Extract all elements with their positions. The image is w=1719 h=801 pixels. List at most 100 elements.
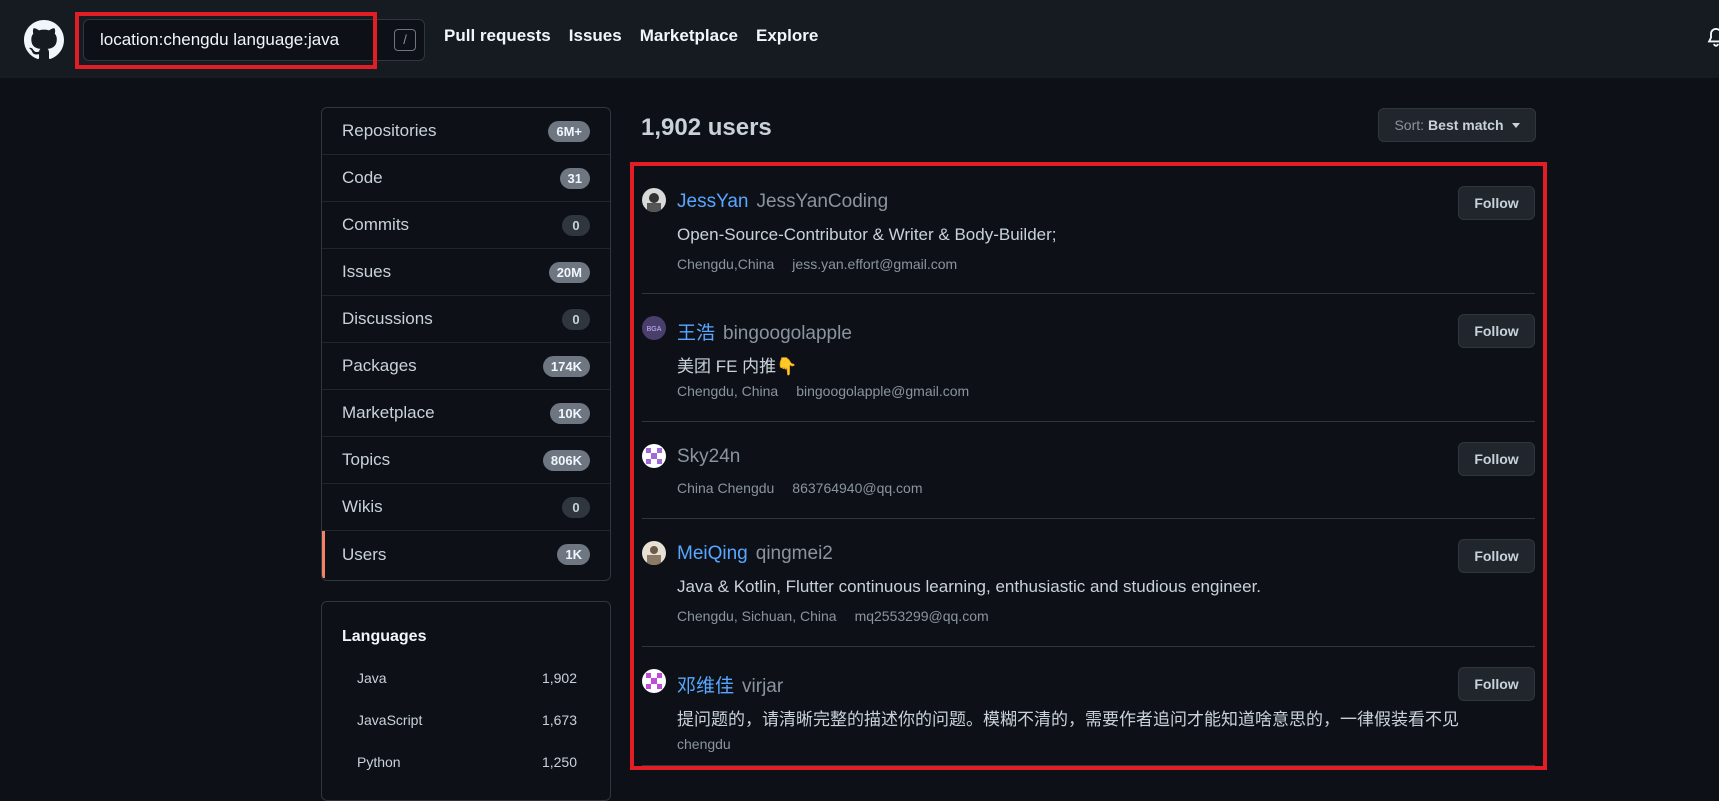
user-avatar[interactable] (642, 188, 666, 212)
user-login[interactable]: JessYanCoding (756, 191, 888, 212)
user-email[interactable]: 863764940@qq.com (792, 480, 922, 496)
filter-users[interactable]: Users 1K (322, 531, 610, 578)
user-avatar[interactable] (642, 669, 666, 693)
user-display-name[interactable]: 王浩 (677, 323, 715, 344)
user-avatar[interactable] (642, 541, 666, 565)
filter-label: Marketplace (342, 403, 435, 422)
user-bio: Open-Source-Contributor & Writer & Body-… (677, 225, 1057, 244)
user-login[interactable]: Sky24n (677, 446, 740, 467)
filter-label: Users (342, 544, 387, 564)
follow-button[interactable]: Follow (1458, 539, 1535, 573)
user-bio: 提问题的，请清晰完整的描述你的问题。模糊不清的，需要作者追问才能知道啥意思的，一… (677, 710, 1459, 729)
user-name-line: Sky24n (677, 446, 740, 468)
user-result-item: BGA 王浩 bingoogolapple 美团 FE 内推👇 Chengdu, … (642, 294, 1535, 422)
nav-issues[interactable]: Issues (569, 26, 622, 46)
filter-label: Discussions (342, 309, 433, 328)
user-display-name[interactable]: 邓维佳 (677, 676, 734, 697)
user-location: Chengdu, China (677, 383, 779, 399)
user-name-line: 王浩 bingoogolapple (677, 318, 852, 345)
filter-label: Topics (342, 450, 391, 469)
user-avatar[interactable] (642, 444, 666, 468)
language-item-python[interactable]: Python 1,250 (357, 754, 577, 770)
sort-value: Best match (1428, 117, 1504, 133)
follow-button[interactable]: Follow (1458, 314, 1535, 348)
language-item-javascript[interactable]: JavaScript 1,673 (357, 712, 577, 728)
filter-code[interactable]: Code 31 (322, 155, 610, 202)
filter-label: Code (342, 168, 383, 187)
language-count: 1,902 (541, 670, 577, 686)
filter-marketplace[interactable]: Marketplace 10K (322, 390, 610, 437)
filter-label: Issues (342, 262, 392, 281)
user-name-line: JessYan JessYanCoding (677, 191, 888, 213)
user-meta: Chengdu, China bingoogolapple@gmail.com (677, 383, 969, 399)
user-result-item: MeiQing qingmei2 Java & Kotlin, Flutter c… (642, 519, 1535, 647)
user-login[interactable]: virjar (742, 676, 783, 697)
nav-explore[interactable]: Explore (756, 26, 818, 46)
filter-count: 0 (562, 214, 590, 236)
filter-commits[interactable]: Commits 0 (322, 202, 610, 249)
filter-count: 6M+ (548, 120, 590, 142)
filter-label: Packages (342, 356, 417, 375)
filter-wikis[interactable]: Wikis 0 (322, 484, 610, 531)
filter-packages[interactable]: Packages 174K (322, 343, 610, 390)
github-logo-icon[interactable] (24, 20, 64, 60)
user-meta: Chengdu, Sichuan, China mq2553299@qq.com (677, 608, 989, 624)
follow-button[interactable]: Follow (1458, 186, 1535, 220)
user-display-name[interactable]: MeiQing (677, 543, 748, 564)
nav-pull-requests[interactable]: Pull requests (444, 26, 551, 46)
filter-issues[interactable]: Issues 20M (322, 249, 610, 296)
user-meta: Chengdu,China jess.yan.effort@gmail.com (677, 256, 957, 272)
filter-repositories[interactable]: Repositories 6M+ (322, 108, 610, 155)
nav-marketplace[interactable]: Marketplace (640, 26, 738, 46)
user-result-item: JessYan JessYanCoding Open-Source-Contrib… (642, 176, 1535, 294)
user-email[interactable]: mq2553299@qq.com (855, 608, 989, 624)
language-item-java[interactable]: Java 1,902 (357, 670, 577, 686)
user-meta: China Chengdu 863764940@qq.com (677, 480, 923, 496)
language-count: 1,250 (541, 754, 577, 770)
user-email[interactable]: jess.yan.effort@gmail.com (792, 256, 957, 272)
language-count: 1,673 (541, 712, 577, 728)
follow-button[interactable]: Follow (1458, 667, 1535, 701)
sort-dropdown[interactable]: Sort: Best match (1378, 108, 1536, 142)
user-location: Chengdu,China (677, 256, 775, 272)
filter-count: 31 (559, 167, 590, 189)
filter-label: Commits (342, 215, 410, 234)
user-meta: chengdu (677, 736, 731, 752)
user-email[interactable]: bingoogolapple@gmail.com (796, 383, 969, 399)
user-login[interactable]: qingmei2 (756, 543, 833, 564)
languages-title: Languages (342, 628, 427, 645)
user-location: Chengdu, Sichuan, China (677, 608, 837, 624)
filter-count: 806K (542, 449, 590, 471)
search-input[interactable]: location:chengdu language:java (100, 20, 339, 60)
notifications-bell-icon[interactable] (1706, 26, 1719, 48)
user-bio: Java & Kotlin, Flutter continuous learni… (677, 577, 1262, 596)
filter-count: 174K (542, 355, 590, 377)
svg-text:BGA: BGA (647, 326, 662, 333)
language-name: JavaScript (357, 712, 423, 728)
user-bio: 美团 FE 内推👇 (677, 357, 798, 376)
search-type-filter: Repositories 6M+ Code 31 Commits 0 Issue… (321, 107, 611, 581)
user-name-line: MeiQing qingmei2 (677, 543, 833, 565)
top-header: location:chengdu language:java / Pull re… (0, 0, 1719, 78)
filter-topics[interactable]: Topics 806K (322, 437, 610, 484)
filter-discussions[interactable]: Discussions 0 (322, 296, 610, 343)
user-avatar[interactable]: BGA (642, 316, 666, 340)
filter-label: Wikis (342, 497, 383, 516)
follow-button[interactable]: Follow (1458, 442, 1535, 476)
caret-down-icon (1511, 122, 1520, 128)
user-display-name[interactable]: JessYan (677, 191, 748, 212)
search-box[interactable]: location:chengdu language:java / (83, 19, 425, 61)
header-nav: Pull requests Issues Marketplace Explore (444, 26, 818, 46)
filter-count: 0 (562, 308, 590, 330)
filter-count: 20M (548, 261, 590, 283)
user-login[interactable]: bingoogolapple (723, 323, 852, 344)
filter-count: 1K (557, 544, 590, 565)
filter-count: 0 (562, 496, 590, 518)
result-count-heading: 1,902 users (641, 114, 772, 141)
user-name-line: 邓维佳 virjar (677, 671, 783, 698)
sort-prefix: Sort: (1394, 117, 1425, 133)
language-name: Java (357, 670, 387, 686)
slash-shortcut-hint: / (394, 29, 416, 51)
user-result-item: 邓维佳 virjar 提问题的，请清晰完整的描述你的问题。模糊不清的，需要作者追问… (642, 647, 1535, 766)
filter-count: 10K (550, 402, 590, 424)
